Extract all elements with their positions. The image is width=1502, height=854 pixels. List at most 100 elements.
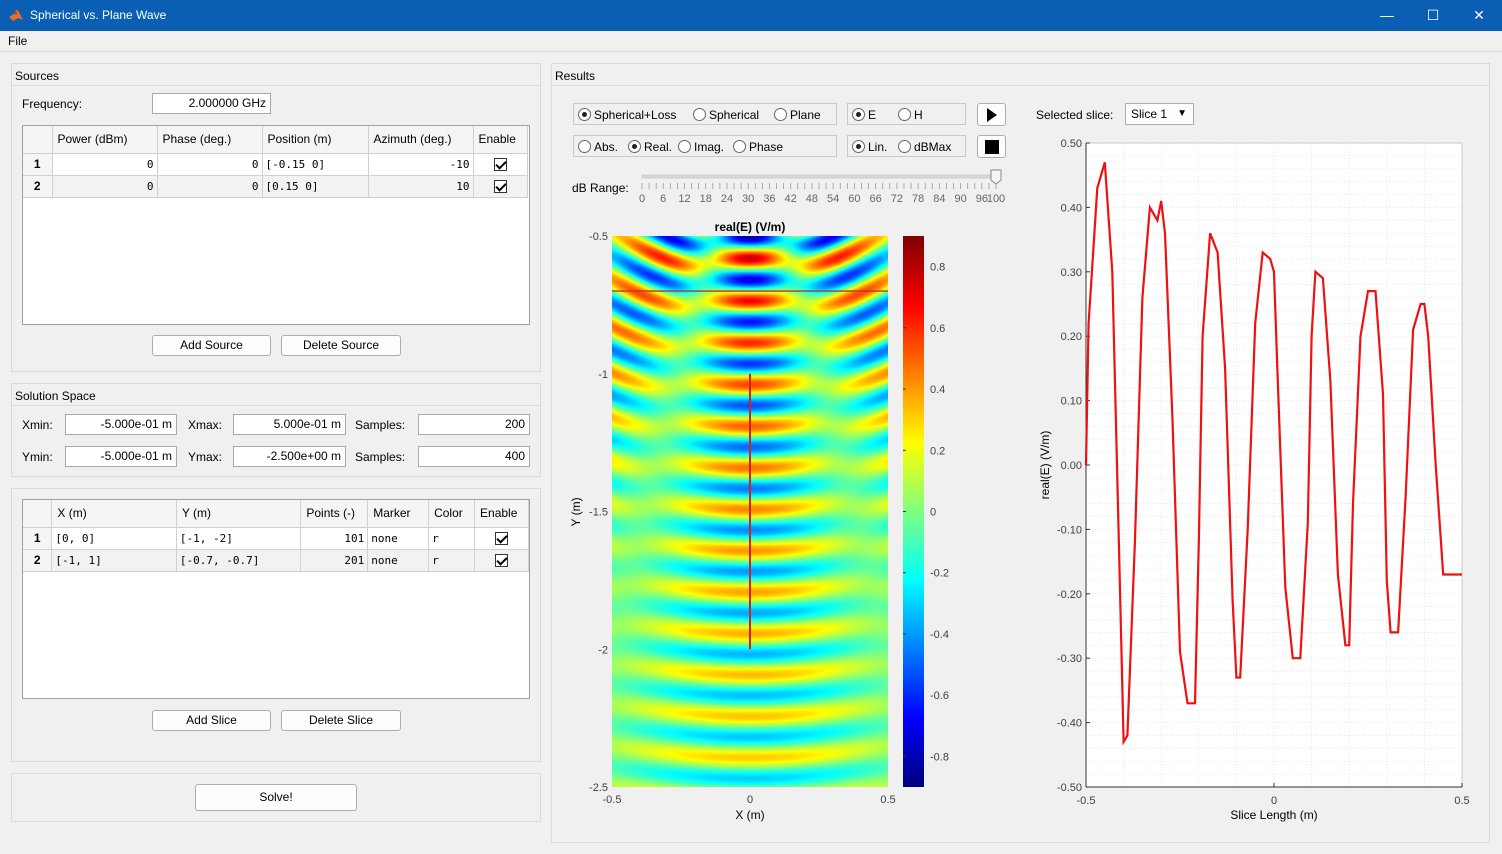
col-position[interactable]: Position (m) <box>262 126 369 154</box>
heatmap-xlabel: X (m) <box>735 808 764 822</box>
radio-spherical-loss[interactable]: Spherical+Loss <box>578 108 676 122</box>
db-tick-labels: 0 6 12 18 24 30 36 42 48 54 60 66 72 78 84 90 96 100 <box>638 193 1008 207</box>
frequency-label: Frequency: <box>22 97 83 111</box>
cell-marker[interactable]: none <box>367 549 430 572</box>
enable-checkbox[interactable] <box>495 553 508 567</box>
field-heatmap: real(E) (V/m) -0.5-1-1.5-2-2.5 -0.5 0 0.5 … <box>569 220 949 822</box>
slice-dropdown[interactable]: Slice 1 ▼ <box>1125 103 1194 125</box>
radio-dbmax[interactable]: dBMax <box>898 140 951 154</box>
radio-spherical[interactable]: Spherical <box>693 108 759 122</box>
radio-h[interactable]: H <box>898 108 923 122</box>
maximize-button[interactable]: ☐ <box>1410 0 1456 31</box>
close-button[interactable]: ✕ <box>1456 0 1502 31</box>
menu-file[interactable]: File <box>8 34 27 48</box>
radio-abs[interactable]: Abs. <box>578 140 618 154</box>
colorbar-tick-label: 0.8 <box>930 262 945 274</box>
y-samples-label: Samples: <box>355 450 406 464</box>
cell-phase[interactable]: 0 <box>157 175 263 198</box>
cell-phase[interactable]: 0 <box>157 153 263 176</box>
y-samples-input[interactable]: 400 <box>418 446 530 467</box>
cell-position[interactable]: [-0.15 0] <box>262 153 369 176</box>
ymin-label: Ymin: <box>22 450 53 464</box>
minimize-button[interactable]: — <box>1364 0 1410 31</box>
y-tick-label: 0.10 <box>1061 396 1082 408</box>
stop-icon <box>984 140 999 154</box>
close-icon: ✕ <box>1473 7 1485 23</box>
sources-panel: Sources Frequency: 2.000000 GHz Power (d… <box>11 63 541 372</box>
sources-title: Sources <box>15 69 60 83</box>
db-tick-label: 6 <box>660 193 667 205</box>
enable-checkbox[interactable] <box>493 157 507 171</box>
ymin-input[interactable]: -5.000e-01 m <box>65 446 177 467</box>
colorbar-tick-label: -0.4 <box>930 629 949 641</box>
cell-color[interactable]: r <box>428 549 476 572</box>
cell-azimuth[interactable]: 10 <box>368 175 474 198</box>
delete-source-button[interactable]: Delete Source <box>281 335 401 356</box>
cell-x[interactable]: [-1, 1] <box>51 549 177 572</box>
cell-color[interactable]: r <box>428 527 476 550</box>
solve-button[interactable]: Solve! <box>195 784 357 811</box>
radio-e[interactable]: E <box>852 108 876 122</box>
col-power[interactable]: Power (dBm) <box>52 126 158 154</box>
col-x[interactable]: X (m) <box>51 500 177 528</box>
db-tick-label: 72 <box>890 193 903 205</box>
db-tick-label: 90 <box>954 193 967 205</box>
sources-table: Power (dBm) Phase (deg.) Position (m) Az… <box>22 125 530 325</box>
y-tick-label: 0.50 <box>1061 138 1082 150</box>
x-samples-input[interactable]: 200 <box>418 414 530 435</box>
cell-power[interactable]: 0 <box>52 175 158 198</box>
radio-imag[interactable]: Imag. <box>678 140 724 154</box>
y-tick-label: -0.40 <box>1057 718 1082 730</box>
xmax-input[interactable]: 5.000e-01 m <box>233 414 346 435</box>
col-points[interactable]: Points (-) <box>300 500 369 528</box>
col-marker[interactable]: Marker <box>367 500 430 528</box>
radio-lin[interactable]: Lin. <box>852 140 887 154</box>
y-tick-label: -1.5 <box>589 507 608 519</box>
x-tick-label: 0.5 <box>1454 795 1469 807</box>
solution-space-title: Solution Space <box>15 389 96 403</box>
cell-position[interactable]: [0.15 0] <box>262 175 369 198</box>
delete-slice-button[interactable]: Delete Slice <box>281 710 401 731</box>
colorbar-tick-label: 0.6 <box>930 323 945 335</box>
db-tick-label: 54 <box>827 193 840 205</box>
add-slice-button[interactable]: Add Slice <box>152 710 271 731</box>
col-phase[interactable]: Phase (deg.) <box>157 126 263 154</box>
col-enable[interactable]: Enable <box>474 500 529 528</box>
radio-plane[interactable]: Plane <box>774 108 821 122</box>
table-row: 1 0 0 [-0.15 0] -10 <box>23 153 528 176</box>
cell-marker[interactable]: none <box>367 527 430 550</box>
cell-x[interactable]: [0, 0] <box>51 527 177 550</box>
x-samples-label: Samples: <box>355 418 406 432</box>
slider-thumb[interactable] <box>990 169 1002 185</box>
db-tick-label: 66 <box>869 193 882 205</box>
add-source-button[interactable]: Add Source <box>152 335 271 356</box>
enable-checkbox[interactable] <box>493 179 507 193</box>
table-row: 2 [-1, 1] [-0.7, -0.7] 201 none r <box>23 549 529 572</box>
col-enable[interactable]: Enable <box>473 126 528 154</box>
col-color[interactable]: Color <box>428 500 476 528</box>
ymax-input[interactable]: -2.500e+00 m <box>233 446 346 467</box>
enable-checkbox[interactable] <box>495 531 508 545</box>
cell-points[interactable]: 101 <box>300 527 369 550</box>
frequency-input[interactable]: 2.000000 GHz <box>152 93 271 114</box>
stop-button[interactable] <box>977 135 1006 158</box>
cell-y[interactable]: [-0.7, -0.7] <box>176 549 302 572</box>
col-azimuth[interactable]: Azimuth (deg.) <box>368 126 474 154</box>
xmin-input[interactable]: -5.000e-01 m <box>65 414 177 435</box>
db-tick-label: 12 <box>678 193 691 205</box>
db-tick-label: 42 <box>784 193 797 205</box>
play-icon <box>986 108 997 122</box>
scale-radio-group: Lin. dBMax <box>847 135 966 157</box>
db-tick-label: 100 <box>986 193 1006 205</box>
cell-points[interactable]: 201 <box>300 549 369 572</box>
lineplot-xlabel: Slice Length (m) <box>1230 808 1317 822</box>
radio-real[interactable]: Real. <box>628 140 672 154</box>
y-tick-label: 0.30 <box>1061 267 1082 279</box>
radio-phase[interactable]: Phase <box>733 140 783 154</box>
cell-power[interactable]: 0 <box>52 153 158 176</box>
model-radio-group: Spherical+Loss Spherical Plane <box>573 103 837 125</box>
cell-azimuth[interactable]: -10 <box>368 153 474 176</box>
cell-y[interactable]: [-1, -2] <box>176 527 302 550</box>
play-button[interactable] <box>977 103 1006 126</box>
col-y[interactable]: Y (m) <box>176 500 302 528</box>
